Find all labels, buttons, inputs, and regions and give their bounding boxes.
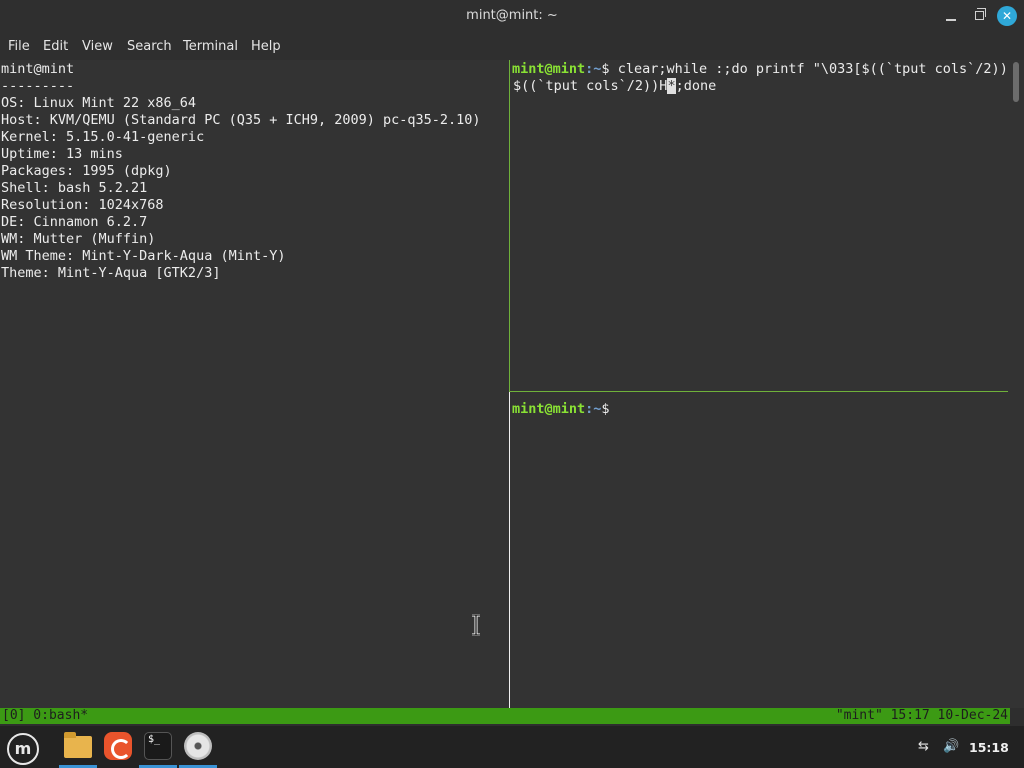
- prompt-user: mint@mint: [512, 401, 586, 417]
- tmux-session-info: [0] 0:bash*: [2, 708, 89, 723]
- maximize-icon: [974, 8, 986, 20]
- output-line: Uptime: 13 mins: [1, 146, 123, 162]
- firefox-icon: [104, 732, 132, 760]
- menu-file[interactable]: File: [8, 39, 30, 54]
- tmux-clock: "mint" 15:17 10-Dec-24: [835, 708, 1008, 723]
- command-line-2: $((`tput cols`/2))H*;done: [513, 78, 716, 95]
- command-line-1: mint@mint:~$ clear;while :;do printf "\0…: [512, 61, 1009, 78]
- tmux-pane-right-top[interactable]: mint@mint:~$ clear;while :;do printf "\0…: [511, 60, 1009, 391]
- divider-inactive-segment: [509, 392, 510, 708]
- taskbar-terminal[interactable]: $_: [139, 728, 177, 768]
- output-line: mint@mint: [1, 61, 75, 77]
- output-line: Packages: 1995 (dpkg): [1, 163, 172, 179]
- menu-edit[interactable]: Edit: [43, 39, 68, 54]
- tmux-pane-right-bottom[interactable]: mint@mint:~$: [511, 392, 1009, 708]
- disc-icon: [184, 732, 212, 760]
- prompt-sign: $: [601, 401, 610, 417]
- close-icon: ✕: [1001, 9, 1013, 23]
- prompt-sign: $: [601, 61, 618, 77]
- minimize-button[interactable]: [943, 8, 959, 24]
- network-disconnected-icon[interactable]: ⇆: [918, 739, 929, 754]
- output-line: Theme: Mint-Y-Aqua [GTK2/3]: [1, 265, 221, 281]
- output-line: ---------: [1, 78, 75, 94]
- taskbar-firefox[interactable]: [99, 728, 137, 766]
- volume-icon[interactable]: 🔊: [943, 739, 959, 754]
- output-line: Shell: bash 5.2.21: [1, 180, 148, 196]
- window-title: mint@mint: ~: [466, 8, 558, 23]
- scrollbar-thumb[interactable]: [1013, 62, 1019, 102]
- tmux-status-bar: [0] 0:bash* "mint" 15:17 10-Dec-24: [0, 708, 1010, 724]
- menu-view[interactable]: View: [82, 39, 113, 54]
- prompt-user: mint@mint: [512, 61, 586, 77]
- taskbar-files[interactable]: [59, 728, 97, 768]
- prompt-line: mint@mint:~$: [512, 401, 610, 418]
- menu-search[interactable]: Search: [127, 39, 172, 54]
- ibeam-cursor-icon: [472, 614, 480, 636]
- linux-mint-logo-icon: m: [7, 733, 39, 765]
- folder-icon: [64, 732, 92, 758]
- minimize-icon: [946, 18, 956, 21]
- menu-bar: File Edit View Search Terminal Help: [0, 34, 1024, 60]
- menu-button[interactable]: m: [2, 728, 40, 766]
- output-line: WM Theme: Mint-Y-Dark-Aqua (Mint-Y): [1, 248, 286, 264]
- output-line: Host: KVM/QEMU (Standard PC (Q35 + ICH9,…: [1, 112, 481, 128]
- tmux-pane-left[interactable]: mint@mint --------- OS: Linux Mint 22 x86_…: [0, 60, 509, 708]
- terminal-area[interactable]: mint@mint --------- OS: Linux Mint 22 x86_…: [0, 60, 1024, 708]
- output-line: Kernel: 5.15.0-41-generic: [1, 129, 205, 145]
- menu-terminal[interactable]: Terminal: [183, 39, 238, 54]
- text-cursor: *: [667, 78, 676, 94]
- taskbar: m $_ ⇆ 🔊 15:18: [0, 726, 1024, 768]
- divider-active-segment: [509, 60, 510, 392]
- clock[interactable]: 15:18: [969, 740, 1009, 755]
- neofetch-output: mint@mint --------- OS: Linux Mint 22 x86_…: [1, 61, 481, 282]
- maximize-button[interactable]: [971, 8, 987, 24]
- terminal-icon: $_: [144, 732, 172, 760]
- output-line: OS: Linux Mint 22 x86_64: [1, 95, 197, 111]
- output-line: DE: Cinnamon 6.2.7: [1, 214, 148, 230]
- output-line: WM: Mutter (Muffin): [1, 231, 156, 247]
- command-text: clear;while :;do printf "\033[$((`tput c…: [617, 61, 1009, 77]
- prompt-path: :~: [585, 61, 602, 77]
- title-bar: mint@mint: ~ ✕: [0, 0, 1024, 34]
- taskbar-disc[interactable]: [179, 728, 217, 768]
- output-line: Resolution: 1024x768: [1, 197, 164, 213]
- prompt-path: :~: [585, 401, 602, 417]
- command-text: ;done: [675, 78, 717, 94]
- command-text: $((`tput cols`/2))H: [513, 78, 668, 94]
- menu-help[interactable]: Help: [251, 39, 281, 54]
- close-button[interactable]: ✕: [997, 6, 1017, 26]
- terminal-scrollbar[interactable]: [1013, 62, 1019, 708]
